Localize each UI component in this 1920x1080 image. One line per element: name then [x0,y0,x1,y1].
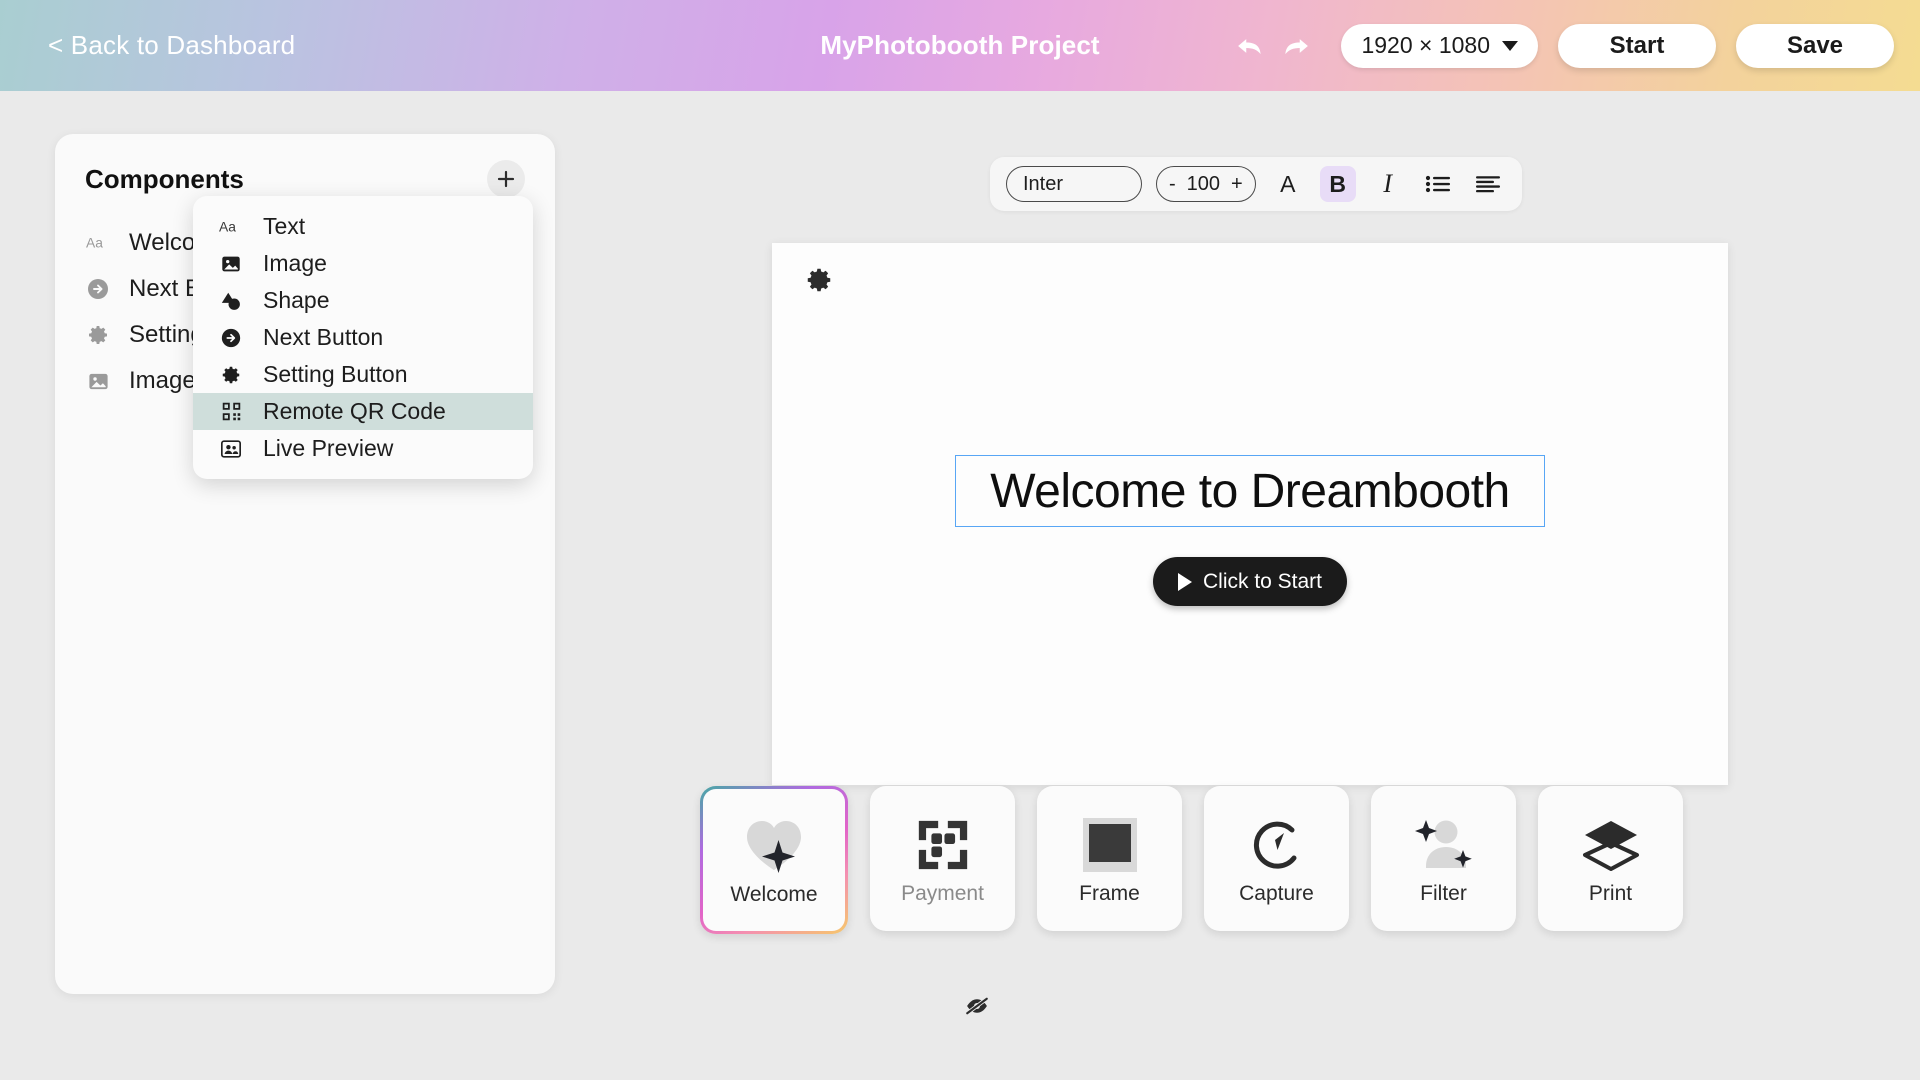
add-component-menu: Aa Text Image Shape Next Button Setting … [193,196,533,479]
gear-icon[interactable] [804,265,834,295]
menu-item-label: Image [263,250,327,276]
screen-card-label: Filter [1420,881,1467,905]
components-panel-title: Components [85,163,244,194]
shape-icon [219,289,243,313]
text-format-toolbar: - 100 + A B I [990,157,1522,211]
svg-text:Aa: Aa [219,218,236,234]
click-to-start-button[interactable]: Click to Start [1153,557,1347,606]
screen-card-label: Print [1588,881,1633,905]
undo-arrow-icon[interactable] [1227,23,1273,69]
font-size-increase-button[interactable]: + [1231,173,1243,196]
component-item-label: Image [129,367,196,394]
screen-card-label: Frame [1079,881,1140,905]
menu-item-next-button[interactable]: Next Button [193,319,533,356]
menu-item-text[interactable]: Aa Text [193,208,533,245]
bold-button[interactable]: B [1319,166,1356,202]
font-size-decrease-button[interactable]: - [1169,173,1176,196]
text-color-button[interactable]: A [1270,166,1306,202]
click-to-start-label: Click to Start [1202,569,1323,593]
font-family-input[interactable] [1006,166,1142,202]
person-sparkle-icon [1408,812,1480,878]
screen-card-print[interactable]: Print [1538,786,1683,931]
qr-code-icon [907,812,979,878]
canvas-size-select[interactable]: 1920 × 1080 [1341,23,1538,68]
components-panel-header: Components [55,134,555,198]
people-icon [219,437,243,461]
frame-icon [1074,812,1146,878]
text-aa-icon: Aa [219,215,243,239]
menu-item-shape[interactable]: Shape [193,282,533,319]
eye-slash-icon[interactable] [963,992,991,1020]
menu-item-label: Live Preview [263,435,394,461]
screen-card-welcome[interactable]: Welcome [700,786,848,934]
image-icon [219,252,243,276]
plus-icon [497,170,515,188]
bulleted-list-icon[interactable] [1420,166,1456,202]
gear-icon [85,322,111,348]
start-button[interactable]: Start [1558,23,1716,68]
menu-item-live-preview[interactable]: Live Preview [193,430,533,467]
menu-item-label: Next Button [263,324,384,350]
heart-sparkle-icon [738,813,810,879]
screen-card-capture[interactable]: Capture [1204,786,1349,931]
menu-item-label: Setting Button [263,361,408,387]
text-aa-icon: Aa [85,230,111,256]
design-canvas[interactable]: Welcome to Dreambooth Click to Start [772,243,1728,785]
screen-card-label: Capture [1239,881,1314,905]
menu-item-label: Text [263,213,306,239]
font-size-value: 100 [1186,172,1221,195]
screen-card-payment[interactable]: Payment [870,786,1015,931]
gear-icon [219,363,243,387]
screen-card-label: Welcome [730,883,818,906]
canvas-size-value: 1920 × 1080 [1361,32,1490,58]
menu-item-setting-button[interactable]: Setting Button [193,356,533,393]
camera-timer-icon [1241,812,1313,878]
arrow-circle-right-icon [219,326,243,350]
play-triangle-icon [1177,572,1192,591]
align-left-icon[interactable] [1470,166,1506,202]
add-component-button[interactable] [487,160,525,198]
welcome-text-value: Welcome to Dreambooth [990,464,1510,518]
header-actions: 1920 × 1080 Start Save [1227,23,1894,69]
menu-item-label: Remote QR Code [263,398,446,424]
menu-item-remote-qr-code[interactable]: Remote QR Code [193,393,533,430]
screens-strip: Welcome Payment Frame Capture Filter Pri… [700,786,1683,934]
menu-item-label: Shape [263,287,330,313]
image-icon [85,368,111,394]
save-button[interactable]: Save [1736,23,1894,68]
screen-card-filter[interactable]: Filter [1371,786,1516,931]
menu-item-image[interactable]: Image [193,245,533,282]
screen-card-frame[interactable]: Frame [1037,786,1182,931]
arrow-circle-right-icon [85,276,111,302]
qr-code-icon [219,400,243,424]
screen-card-label: Payment [901,881,984,905]
font-size-stepper[interactable]: - 100 + [1156,166,1256,202]
italic-button[interactable]: I [1370,166,1406,202]
app-header: < Back to Dashboard MyPhotobooth Project… [0,0,1920,91]
welcome-text-element[interactable]: Welcome to Dreambooth [955,455,1545,527]
redo-arrow-icon[interactable] [1273,23,1319,69]
chevron-down-icon [1502,40,1518,51]
layers-print-icon [1575,812,1647,878]
svg-text:Aa: Aa [86,235,103,251]
